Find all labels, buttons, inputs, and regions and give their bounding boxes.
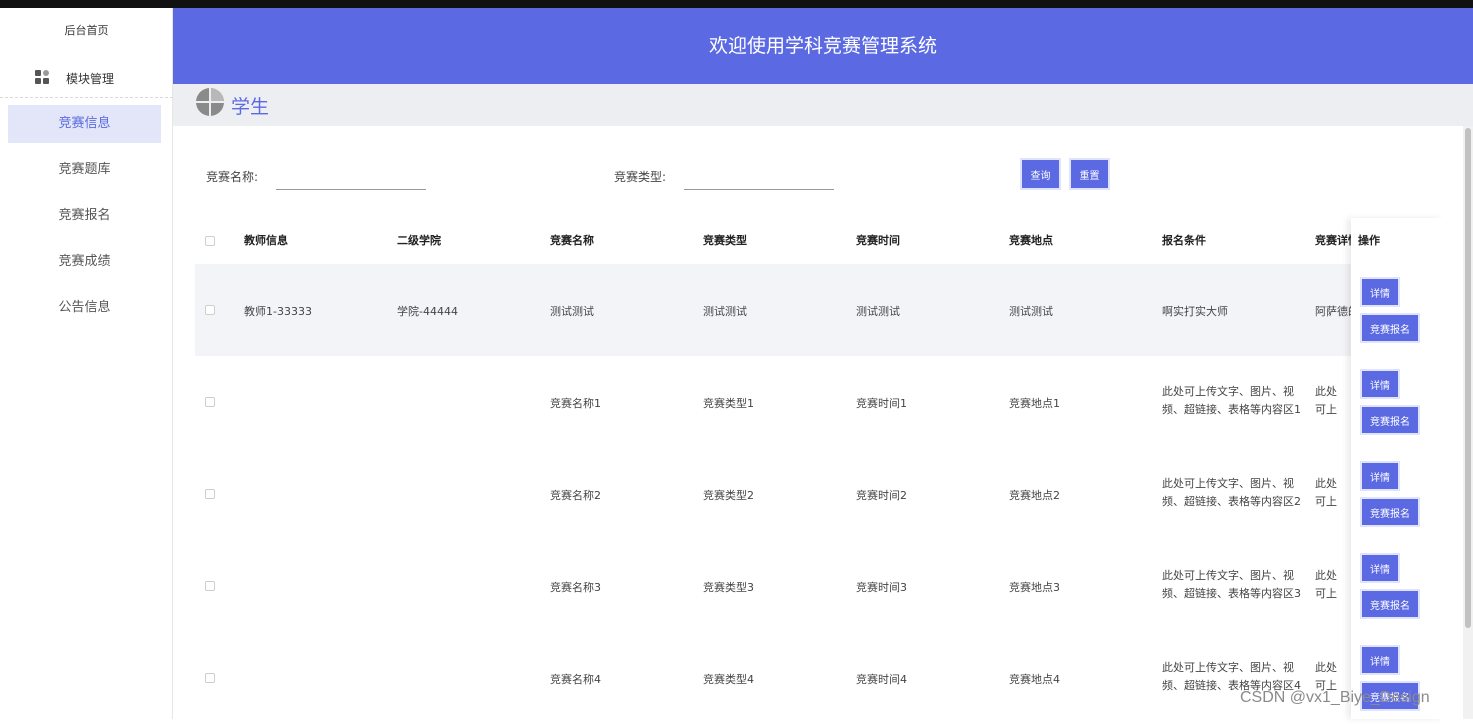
signup-button[interactable]: 竞赛报名 [1362, 591, 1418, 617]
cell-name: 竞赛名称1 [550, 397, 601, 410]
cell-place: 竞赛地点3 [1009, 581, 1060, 594]
sidebar-module-label: 模块管理 [66, 72, 115, 86]
cell-name: 竞赛名称3 [550, 581, 601, 594]
page-scrollbar[interactable] [1463, 126, 1473, 719]
user-role-icon [196, 88, 224, 116]
sidebar-item-scores[interactable]: 竞赛成绩 [8, 243, 161, 281]
sidebar-home-link[interactable]: 后台首页 [0, 22, 173, 38]
table-header: 教师信息 二级学院 竞赛名称 竞赛类型 竞赛时间 竞赛地点 报名条件 竞赛详情 [195, 218, 1442, 264]
reset-button[interactable]: 重置 [1071, 160, 1108, 188]
watermark-text: CSDN @vx1_Biye_Design [1240, 689, 1430, 706]
cell-time: 测试测试 [856, 305, 900, 318]
search-name-input[interactable] [276, 170, 426, 190]
cell-college: 学院-44444 [397, 305, 458, 318]
cell-detail: 此处可上传文字、图片、视频、超链接 [1315, 569, 1337, 600]
col-header-teacher: 教师信息 [244, 234, 288, 247]
detail-button[interactable]: 详情 [1362, 463, 1398, 489]
select-all-checkbox[interactable] [205, 236, 215, 246]
sidebar-module-header[interactable]: 模块管理 [0, 64, 173, 98]
operations-column: 操作 详情 竞赛报名 详情 竞赛报名 详情 竞赛报名 详情 竞赛报名 详情 竞赛… [1351, 218, 1444, 719]
cell-time: 竞赛时间3 [856, 581, 907, 594]
cell-type: 竞赛类型3 [703, 581, 754, 594]
table-row: 教师1-33333 学院-44444 测试测试 测试测试 测试测试 测试测试 啊… [195, 264, 1442, 356]
detail-button[interactable]: 详情 [1362, 555, 1398, 581]
sidebar-item-announcements[interactable]: 公告信息 [8, 289, 161, 327]
scrollbar-thumb[interactable] [1465, 128, 1471, 628]
row-checkbox[interactable] [205, 305, 215, 315]
col-header-time: 竞赛时间 [856, 234, 900, 247]
cell-type: 竞赛类型4 [703, 673, 754, 686]
window-top-strip [0, 0, 1473, 8]
cell-name: 竞赛名称2 [550, 489, 601, 502]
grid-icon [35, 70, 49, 84]
breadcrumb-label: 学生 [231, 96, 270, 118]
detail-button[interactable]: 详情 [1362, 647, 1398, 673]
header-title: 欢迎使用学科竞赛管理系统 [708, 35, 937, 57]
cell-time: 竞赛时间1 [856, 397, 907, 410]
col-header-type: 竞赛类型 [703, 234, 747, 247]
row-checkbox[interactable] [205, 489, 215, 499]
col-header-operations: 操作 [1358, 234, 1380, 247]
signup-button[interactable]: 竞赛报名 [1362, 315, 1418, 341]
cell-time: 竞赛时间4 [856, 673, 907, 686]
cell-name: 测试测试 [550, 305, 594, 318]
sidebar-item-competition-info[interactable]: 竞赛信息 [8, 105, 161, 143]
cell-place: 竞赛地点1 [1009, 397, 1060, 410]
col-header-detail: 竞赛详情 [1315, 234, 1351, 247]
table-row: 竞赛名称2 竞赛类型2 竞赛时间2 竞赛地点2 此处可上传文字、图片、视频、超链… [195, 448, 1442, 540]
cell-place: 竞赛地点4 [1009, 673, 1060, 686]
detail-button[interactable]: 详情 [1362, 279, 1398, 305]
signup-button[interactable]: 竞赛报名 [1362, 407, 1418, 433]
col-header-place: 竞赛地点 [1009, 234, 1053, 247]
table-row: 竞赛名称1 竞赛类型1 竞赛时间1 竞赛地点1 此处可上传文字、图片、视频、超链… [195, 356, 1442, 448]
table-row: 竞赛名称4 竞赛类型4 竞赛时间4 竞赛地点4 此处可上传文字、图片、视频、超链… [195, 632, 1442, 724]
cell-type: 测试测试 [703, 305, 747, 318]
sidebar-item-registration[interactable]: 竞赛报名 [8, 197, 161, 235]
row-checkbox[interactable] [205, 397, 215, 407]
cell-time: 竞赛时间2 [856, 489, 907, 502]
cell-teacher: 教师1-33333 [244, 305, 312, 318]
cell-type: 竞赛类型2 [703, 489, 754, 502]
breadcrumb: 学生 [173, 84, 1473, 126]
signup-button[interactable]: 竞赛报名 [1362, 499, 1418, 525]
cell-condition: 此处可上传文字、图片、视频、超链接、表格等内容区3 [1162, 569, 1301, 600]
cell-detail: 阿萨德的 [1315, 305, 1351, 318]
cell-condition: 此处可上传文字、图片、视频、超链接、表格等内容区1 [1162, 385, 1301, 416]
sidebar: 后台首页 模块管理 竞赛信息 竞赛题库 竞赛报名 竞赛成绩 公告信息 [0, 8, 173, 719]
search-type-label: 竞赛类型: [614, 170, 667, 184]
cell-name: 竞赛名称4 [550, 673, 601, 686]
cell-condition: 啊实打实大师 [1162, 305, 1228, 318]
detail-button[interactable]: 详情 [1362, 371, 1398, 397]
row-checkbox[interactable] [205, 581, 215, 591]
cell-place: 竞赛地点2 [1009, 489, 1060, 502]
cell-condition: 此处可上传文字、图片、视频、超链接、表格等内容区2 [1162, 477, 1301, 508]
page-header: 欢迎使用学科竞赛管理系统 [173, 8, 1473, 84]
table-row: 竞赛名称3 竞赛类型3 竞赛时间3 竞赛地点3 此处可上传文字、图片、视频、超链… [195, 540, 1442, 632]
cell-detail: 此处可上传文字、图片、视频、超链接 [1315, 385, 1337, 416]
cell-type: 竞赛类型1 [703, 397, 754, 410]
col-header-college: 二级学院 [397, 234, 441, 247]
cell-detail: 此处可上传文字、图片、视频、超链接 [1315, 477, 1337, 508]
search-name-label: 竞赛名称: [206, 170, 259, 184]
cell-place: 测试测试 [1009, 305, 1053, 318]
query-button[interactable]: 查询 [1022, 160, 1059, 188]
search-type-input[interactable] [684, 170, 834, 190]
row-checkbox[interactable] [205, 673, 215, 683]
sidebar-item-question-bank[interactable]: 竞赛题库 [8, 151, 161, 189]
col-header-name: 竞赛名称 [550, 234, 594, 247]
col-header-condition: 报名条件 [1162, 234, 1206, 247]
